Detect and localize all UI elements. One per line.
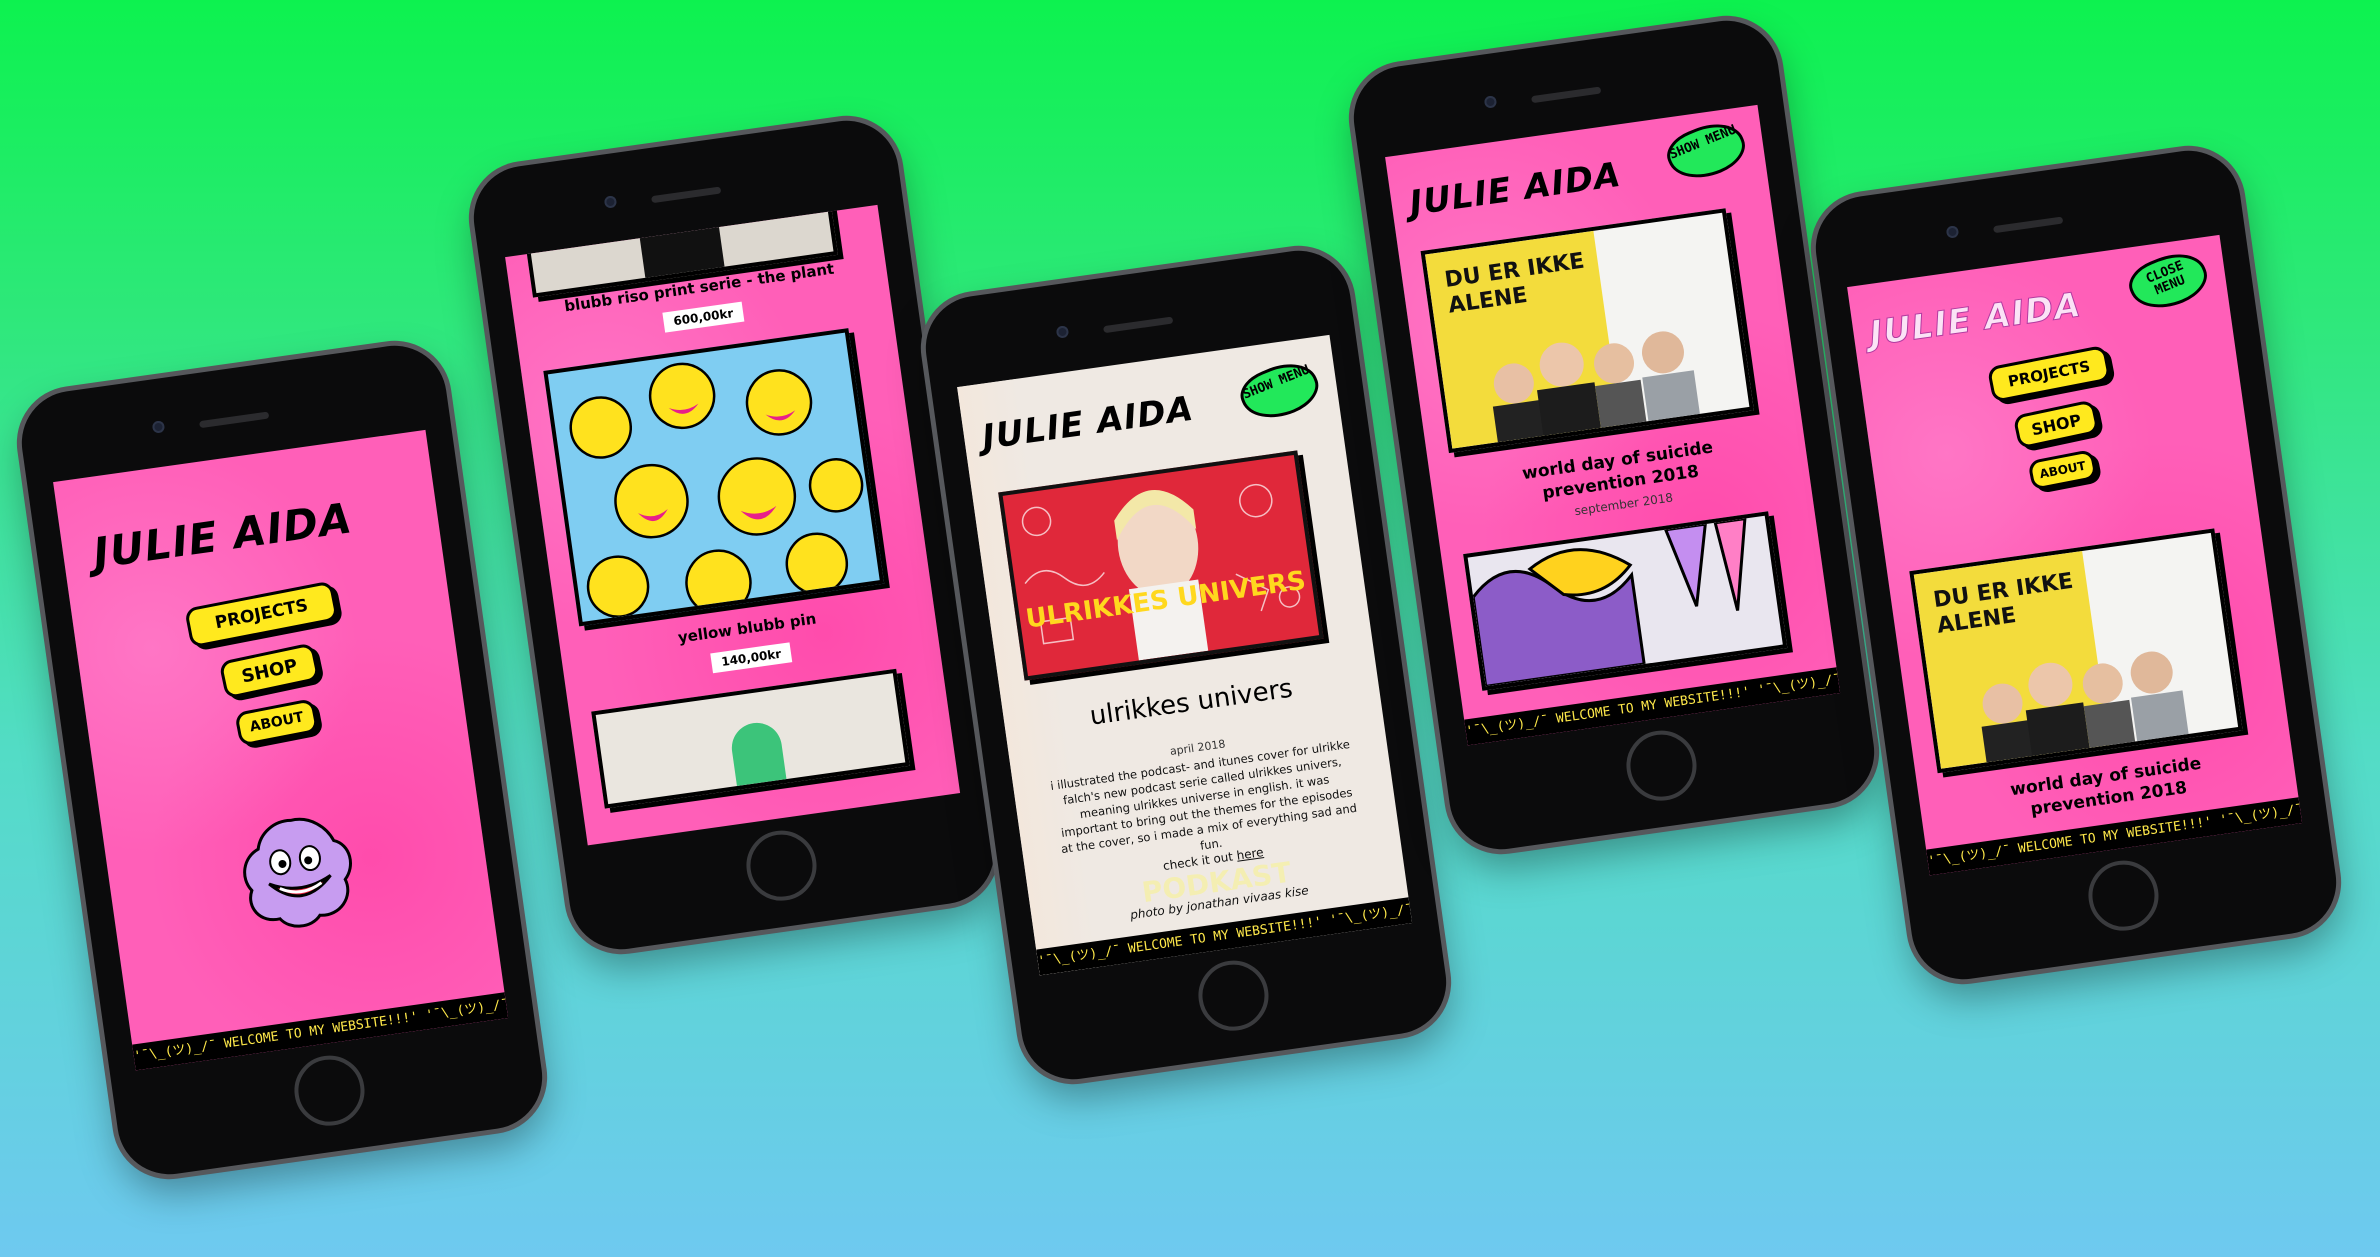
front-camera xyxy=(1055,325,1070,339)
phone-mockup-projects: JULIE AIDA SHOW MENU DU ER IKKE ALENE wo… xyxy=(1347,14,1881,856)
site-logo[interactable]: JULIE AIDA xyxy=(1867,284,2085,354)
plant-print-detail xyxy=(636,207,725,278)
yellow-blubb-pin-pattern xyxy=(569,362,864,618)
people-photo xyxy=(1492,331,1701,447)
site-logo[interactable]: JULIE AIDA xyxy=(1407,155,1624,224)
project-image-illustration[interactable] xyxy=(1463,511,1788,691)
shop-screen: blubb riso print serie - the plant 600,0… xyxy=(505,204,961,846)
show-menu-button[interactable]: SHOW MENU xyxy=(1234,353,1326,430)
product-image-next[interactable] xyxy=(591,668,910,809)
product-image-yellow-pin[interactable] xyxy=(543,328,885,627)
podcast-cover-doodles xyxy=(1021,483,1301,661)
menu-open-screen: JULIE AIDA CLOSE MENU PROJECTS SHOP ABOU… xyxy=(1847,234,2303,876)
figure-hair-detail xyxy=(728,719,787,787)
illustration-doodle xyxy=(1471,516,1747,688)
product-price: 600,00kr xyxy=(662,301,745,333)
home-button[interactable] xyxy=(2083,856,2164,936)
nav-about-button[interactable]: ABOUT xyxy=(234,698,320,747)
phone-mockup-menu-open: JULIE AIDA CLOSE MENU PROJECTS SHOP ABOU… xyxy=(1809,144,2343,986)
front-camera xyxy=(1483,95,1498,109)
product-price: 140,00kr xyxy=(710,642,793,674)
podcast-cover-image[interactable]: ULRIKKES UNIVERS xyxy=(998,450,1324,681)
front-camera xyxy=(603,195,618,209)
nav-about-button[interactable]: ABOUT xyxy=(2027,448,2098,491)
nav-shop-button[interactable]: SHOP xyxy=(2012,399,2100,450)
home-button[interactable] xyxy=(1621,726,1702,806)
home-screen: JULIE AIDA PROJECTS SHOP ABOUT '¯\_(ツ)_/… xyxy=(53,429,509,1071)
home-button[interactable] xyxy=(741,826,822,906)
earpiece-speaker xyxy=(199,411,270,429)
home-button[interactable] xyxy=(289,1051,370,1131)
phone-mockup-shop: blubb riso print serie - the plant 600,0… xyxy=(467,114,1001,956)
nav-projects-button[interactable]: PROJECTS xyxy=(184,580,339,649)
phone-mockup-project-detail: JULIE AIDA SHOW MENU ULRIKKES UNIVERS ul… xyxy=(919,244,1453,1086)
close-menu-button[interactable]: CLOSE MENU xyxy=(2122,243,2214,320)
main-nav: PROJECTS SHOP ABOUT xyxy=(73,568,466,765)
earpiece-speaker xyxy=(1103,316,1174,334)
show-menu-button[interactable]: SHOW MENU xyxy=(1660,113,1752,190)
blob-mascot-icon xyxy=(243,817,352,928)
home-button[interactable] xyxy=(1193,956,1274,1036)
earpiece-speaker xyxy=(1531,86,1602,104)
nav-shop-button[interactable]: SHOP xyxy=(218,642,321,700)
earpiece-speaker xyxy=(1993,216,2064,234)
projects-list-screen: JULIE AIDA SHOW MENU DU ER IKKE ALENE wo… xyxy=(1385,104,1841,746)
nav-projects-button[interactable]: PROJECTS xyxy=(1986,344,2112,403)
front-camera xyxy=(1945,225,1960,239)
earpiece-speaker xyxy=(651,186,722,204)
phone-mockup-home: JULIE AIDA PROJECTS SHOP ABOUT '¯\_(ツ)_/… xyxy=(15,339,549,1181)
project-detail-screen: JULIE AIDA SHOW MENU ULRIKKES UNIVERS ul… xyxy=(957,334,1413,976)
project-image-suicide-prevention[interactable]: DU ER IKKE ALENE xyxy=(1420,208,1754,454)
main-nav: PROJECTS SHOP ABOUT xyxy=(1860,330,2250,511)
people-photo xyxy=(1981,651,2190,767)
front-camera xyxy=(151,420,166,434)
site-logo[interactable]: JULIE AIDA xyxy=(90,493,355,578)
project-image-suicide-prevention[interactable]: DU ER IKKE ALENE xyxy=(1909,528,2243,774)
